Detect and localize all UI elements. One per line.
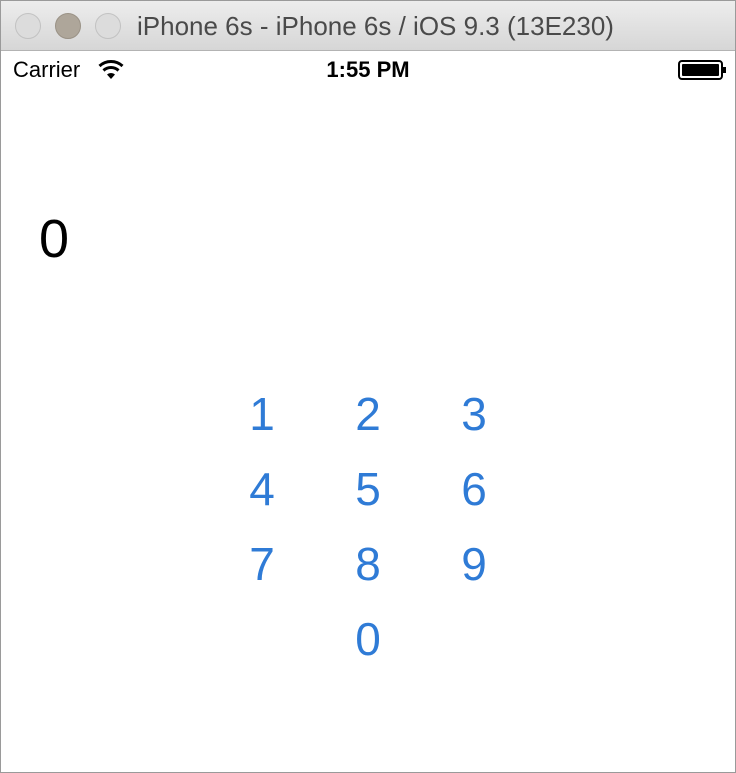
close-window-button[interactable]: [15, 13, 41, 39]
key-6-button[interactable]: 6: [444, 459, 504, 519]
title-bar: iPhone 6s - iPhone 6s / iOS 9.3 (13E230): [1, 1, 735, 51]
ios-status-bar: Carrier 1:55 PM: [1, 52, 735, 86]
status-time: 1:55 PM: [326, 57, 410, 82]
key-1-button[interactable]: 1: [232, 384, 292, 444]
number-display: 0: [39, 209, 70, 269]
key-0-button[interactable]: 0: [338, 609, 398, 669]
key-7-button[interactable]: 7: [232, 534, 292, 594]
minimize-window-button[interactable]: [55, 13, 81, 39]
key-5-button[interactable]: 5: [338, 459, 398, 519]
key-9-button[interactable]: 9: [444, 534, 504, 594]
key-4-button[interactable]: 4: [232, 459, 292, 519]
key-8-button[interactable]: 8: [338, 534, 398, 594]
battery-icon: [678, 60, 726, 80]
key-3-button[interactable]: 3: [444, 384, 504, 444]
window-title: iPhone 6s - iPhone 6s / iOS 9.3 (13E230): [137, 11, 614, 41]
simulator-window: iPhone 6s - iPhone 6s / iOS 9.3 (13E230)…: [0, 0, 736, 773]
key-2-button[interactable]: 2: [338, 384, 398, 444]
zoom-window-button[interactable]: [95, 13, 121, 39]
